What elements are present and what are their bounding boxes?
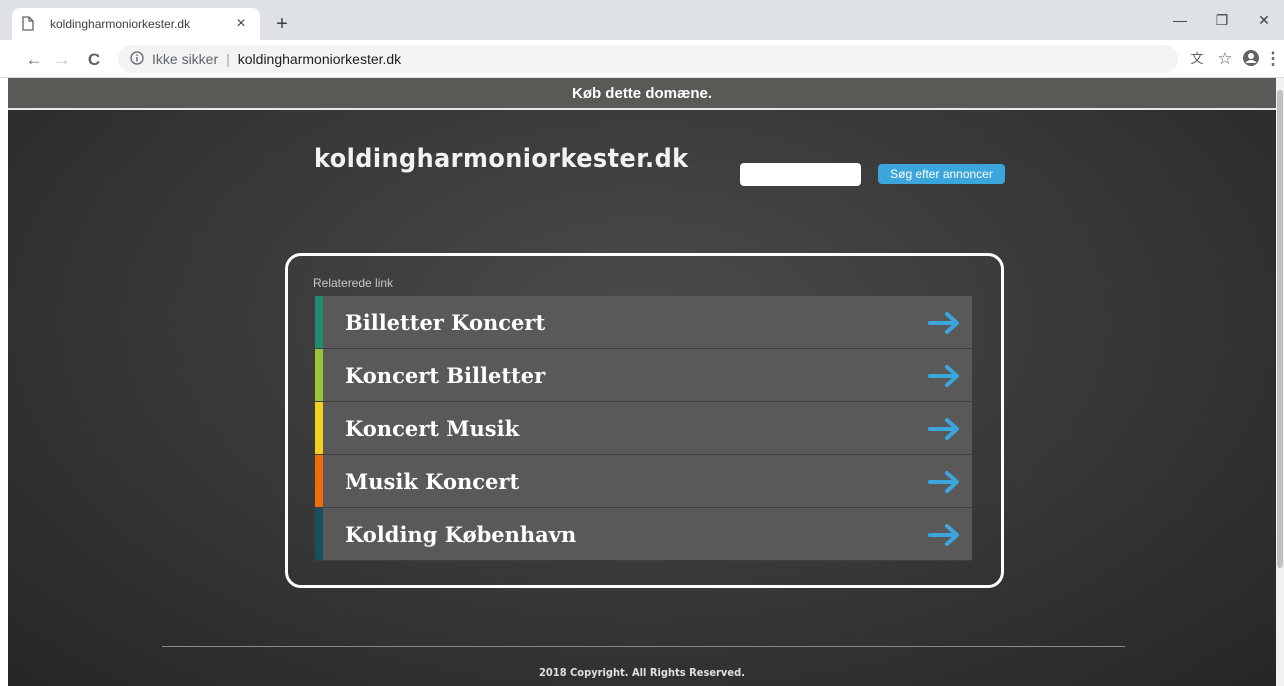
arrow-right-icon[interactable]	[928, 418, 962, 440]
browser-toolbar: ← → C Ikke sikker | koldingharmoniorkest…	[0, 40, 1284, 78]
tab-title: koldingharmoniorkester.dk	[50, 17, 191, 31]
copyright-text: 2018 Copyright. All Rights Reserved.	[539, 666, 745, 679]
related-link-koncert-musik[interactable]: Koncert Musik	[315, 402, 972, 455]
related-links-box: Relaterede link Billetter Koncert Koncer…	[285, 253, 1004, 588]
profile-icon[interactable]	[1240, 49, 1262, 69]
related-link-label[interactable]: Kolding København	[345, 522, 576, 547]
search-ads-button[interactable]: Søg efter annoncer	[878, 164, 1005, 184]
related-link-label[interactable]: Koncert Billetter	[345, 363, 545, 388]
reload-button[interactable]: C	[82, 49, 106, 71]
info-icon[interactable]	[130, 51, 146, 67]
related-link-label[interactable]: Billetter Koncert	[345, 310, 545, 335]
url-text[interactable]: koldingharmoniorkester.dk	[238, 51, 401, 67]
url-separator: |	[226, 51, 230, 67]
page-viewport: Køb dette domæne. koldingharmoniorkester…	[8, 78, 1276, 686]
related-links-list: Billetter Koncert Koncert Billetter Konc…	[315, 296, 972, 561]
related-link-koncert-billetter[interactable]: Koncert Billetter	[315, 349, 972, 402]
color-stripe	[315, 402, 323, 454]
related-link-kolding-kobenhavn[interactable]: Kolding København	[315, 508, 972, 561]
browser-menu-icon[interactable]: ⋮	[1262, 49, 1284, 69]
arrow-right-icon[interactable]	[928, 365, 962, 387]
restore-button[interactable]: ❐	[1202, 6, 1242, 34]
forward-button[interactable]: →	[50, 49, 74, 71]
color-stripe	[315, 296, 323, 348]
related-link-billetter-koncert[interactable]: Billetter Koncert	[315, 296, 972, 349]
address-bar[interactable]: Ikke sikker | koldingharmoniorkester.dk	[118, 45, 1178, 73]
tab-close-icon[interactable]: ×	[232, 15, 250, 33]
bookmark-star-icon[interactable]: ☆	[1214, 49, 1236, 69]
arrow-right-icon[interactable]	[928, 471, 962, 493]
color-stripe	[315, 455, 323, 507]
tab-strip: koldingharmoniorkester.dk × + — ❐ ✕	[0, 0, 1284, 40]
related-links-heading: Relaterede link	[313, 276, 394, 290]
related-link-musik-koncert[interactable]: Musik Koncert	[315, 455, 972, 508]
color-stripe	[315, 349, 323, 401]
translate-icon[interactable]: 文	[1186, 49, 1208, 69]
search-input[interactable]	[740, 163, 861, 186]
security-label: Ikke sikker	[152, 51, 219, 67]
page-scrollbar[interactable]	[1276, 78, 1284, 686]
back-button[interactable]: ←	[22, 49, 46, 71]
browser-tab[interactable]: koldingharmoniorkester.dk ×	[12, 8, 260, 40]
minimize-button[interactable]: —	[1160, 6, 1200, 34]
buy-domain-banner[interactable]: Køb dette domæne.	[8, 78, 1276, 110]
new-tab-button[interactable]: +	[270, 12, 294, 36]
footer-divider	[162, 646, 1125, 647]
arrow-right-icon[interactable]	[928, 312, 962, 334]
related-link-label[interactable]: Musik Koncert	[345, 469, 519, 494]
color-stripe	[315, 508, 323, 560]
site-title: koldingharmoniorkester.dk	[314, 144, 689, 174]
related-link-label[interactable]: Koncert Musik	[345, 416, 519, 441]
scrollbar-thumb[interactable]	[1277, 90, 1283, 568]
window-close-button[interactable]: ✕	[1244, 6, 1284, 34]
arrow-right-icon[interactable]	[928, 524, 962, 546]
page-icon	[22, 16, 36, 32]
